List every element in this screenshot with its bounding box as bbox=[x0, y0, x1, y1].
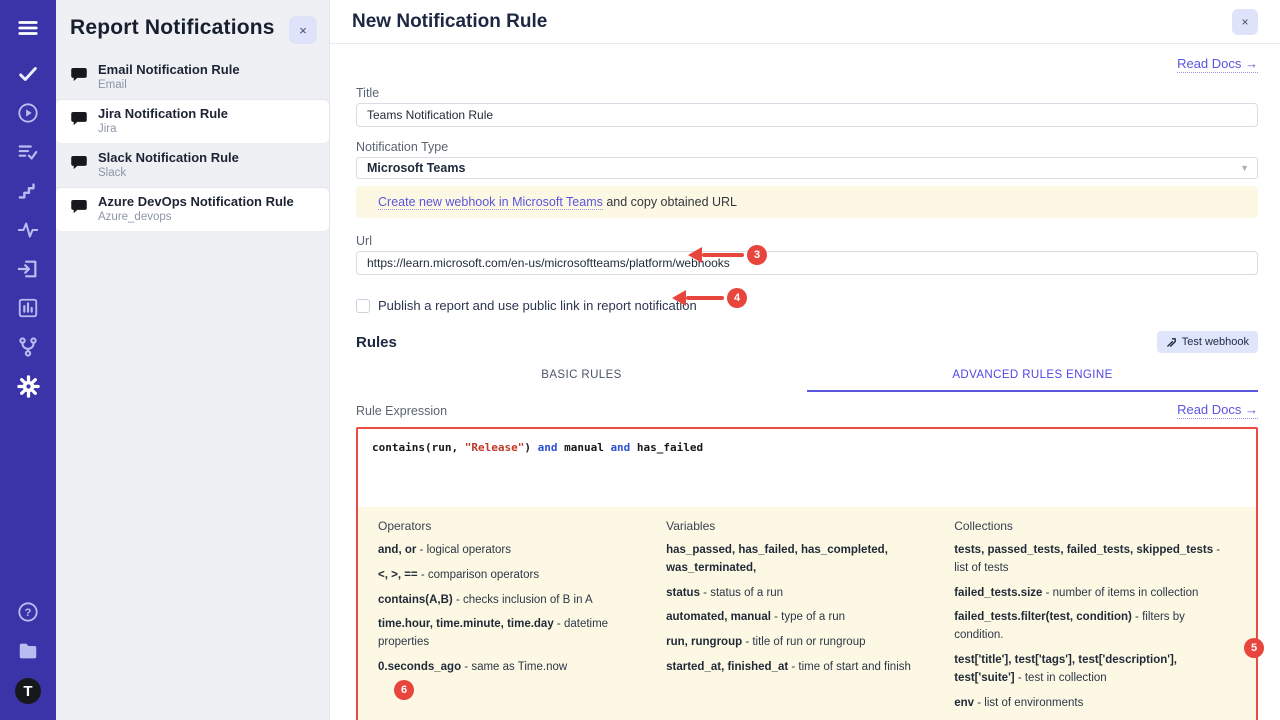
rule-subtitle: Email bbox=[98, 78, 240, 93]
chat-bubble-icon bbox=[70, 154, 88, 177]
annotation-badge-5: 5 bbox=[1244, 638, 1264, 658]
new-rule-form: New Notification Rule × Read Docs → Titl… bbox=[330, 0, 1280, 720]
rule-expression-editor[interactable]: contains(run, "Release") and manual and … bbox=[358, 429, 1256, 507]
check-icon[interactable] bbox=[16, 62, 40, 86]
help-operators-column: Operators and, or - logical operators <,… bbox=[378, 519, 644, 720]
list-item-slack-rule[interactable]: Slack Notification RuleSlack bbox=[56, 144, 329, 188]
activity-icon[interactable] bbox=[16, 218, 40, 242]
rule-title: Azure DevOps Notification Rule bbox=[98, 194, 294, 210]
panel-close-button[interactable]: × bbox=[289, 16, 317, 44]
list-item-jira-rule[interactable]: Jira Notification RuleJira bbox=[56, 100, 329, 144]
app-root: ? T Report Notifications × Email Notific… bbox=[0, 0, 1280, 720]
test-webhook-label: Test webhook bbox=[1182, 336, 1249, 348]
test-webhook-button[interactable]: Test webhook bbox=[1157, 331, 1258, 353]
panel-title: Report Notifications bbox=[70, 16, 275, 40]
chat-bubble-icon bbox=[70, 198, 88, 221]
rule-title: Jira Notification Rule bbox=[98, 106, 228, 122]
rules-tabs: BASIC RULES ADVANCED RULES ENGINE bbox=[356, 362, 1258, 392]
notification-rule-list: Email Notification RuleEmail Jira Notifi… bbox=[56, 56, 329, 232]
title-label: Title bbox=[356, 86, 1258, 100]
help-variables-column: Variables has_passed, has_failed, has_co… bbox=[666, 519, 932, 720]
chat-bubble-icon bbox=[70, 110, 88, 133]
rule-subtitle: Jira bbox=[98, 122, 228, 137]
icon-rail: ? T bbox=[0, 0, 56, 720]
create-webhook-link[interactable]: Create new webhook in Microsoft Teams bbox=[378, 195, 603, 210]
play-circle-icon[interactable] bbox=[16, 101, 40, 125]
rules-heading: Rules bbox=[356, 334, 397, 351]
help-collections-column: Collections tests, passed_tests, failed_… bbox=[954, 519, 1236, 720]
list-check-icon[interactable] bbox=[16, 140, 40, 164]
notification-type-value: Microsoft Teams bbox=[367, 161, 465, 175]
tab-basic-rules[interactable]: BASIC RULES bbox=[356, 362, 807, 392]
rule-title: Email Notification Rule bbox=[98, 62, 240, 78]
notification-type-label: Notification Type bbox=[356, 140, 1258, 154]
webhook-info-box: Create new webhook in Microsoft Teams an… bbox=[356, 186, 1258, 218]
rule-expression-code: contains(run, "Release") and manual and … bbox=[372, 441, 1242, 454]
menu-icon[interactable] bbox=[16, 16, 40, 40]
chat-bubble-icon bbox=[70, 66, 88, 89]
rule-expression-annotation-box: contains(run, "Release") and manual and … bbox=[356, 427, 1258, 720]
list-item-azure-rule[interactable]: Azure DevOps Notification RuleAzure_devo… bbox=[56, 188, 329, 232]
sign-in-icon[interactable] bbox=[16, 257, 40, 281]
test-webhook-icon bbox=[1166, 337, 1177, 348]
publish-report-label: Publish a report and use public link in … bbox=[378, 298, 697, 313]
help-circle-icon[interactable]: ? bbox=[16, 600, 40, 624]
annotation-badge-4: 4 bbox=[727, 288, 747, 308]
expression-help-panel: Operators and, or - logical operators <,… bbox=[358, 507, 1256, 720]
publish-report-checkbox[interactable] bbox=[356, 299, 370, 313]
title-input[interactable] bbox=[356, 103, 1258, 127]
branch-icon[interactable] bbox=[16, 335, 40, 359]
url-label: Url bbox=[356, 234, 1258, 248]
url-input[interactable] bbox=[356, 251, 1258, 275]
tab-advanced-rules-engine[interactable]: ADVANCED RULES ENGINE bbox=[807, 362, 1258, 392]
form-close-button[interactable]: × bbox=[1232, 9, 1258, 35]
list-item-email-rule[interactable]: Email Notification RuleEmail bbox=[56, 56, 329, 100]
chevron-down-icon: ▼ bbox=[1240, 163, 1249, 173]
read-docs-link-expression[interactable]: Read Docs → bbox=[1177, 402, 1258, 419]
bar-chart-icon[interactable] bbox=[16, 296, 40, 320]
rule-subtitle: Azure_devops bbox=[98, 210, 294, 225]
user-avatar[interactable]: T bbox=[15, 678, 41, 704]
notifications-panel: Report Notifications × Email Notificatio… bbox=[56, 0, 330, 720]
annotation-badge-3: 3 bbox=[747, 245, 767, 265]
form-title: New Notification Rule bbox=[352, 11, 547, 33]
rule-expression-label: Rule Expression bbox=[356, 404, 447, 418]
folder-icon[interactable] bbox=[16, 639, 40, 663]
svg-text:?: ? bbox=[25, 607, 32, 619]
rule-title: Slack Notification Rule bbox=[98, 150, 239, 166]
annotation-badge-6: 6 bbox=[394, 680, 414, 700]
webhook-info-rest: and copy obtained URL bbox=[603, 195, 737, 209]
read-docs-link-top[interactable]: Read Docs → bbox=[1177, 56, 1258, 73]
rule-subtitle: Slack bbox=[98, 166, 239, 181]
steps-icon[interactable] bbox=[16, 179, 40, 203]
notification-type-select[interactable]: Microsoft Teams ▼ bbox=[356, 157, 1258, 179]
gear-icon[interactable] bbox=[16, 374, 40, 398]
